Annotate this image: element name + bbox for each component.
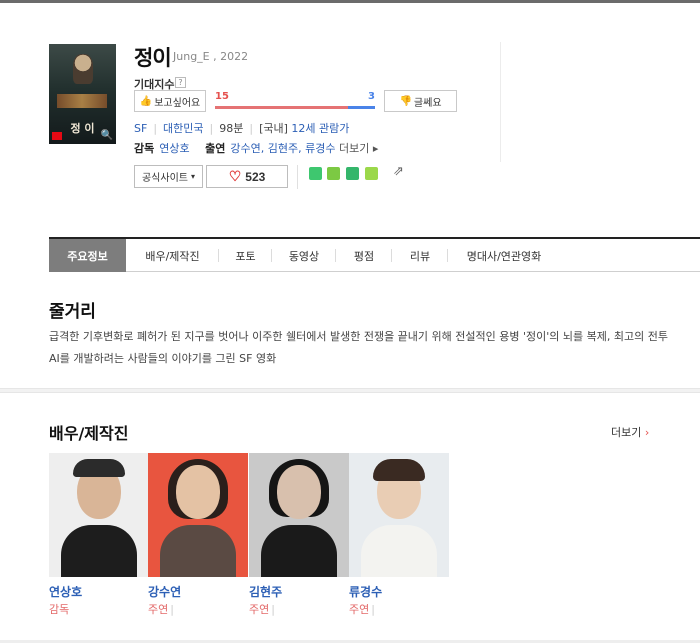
tab-bar: 주요정보 배우/제작진 포토 동영상 평점 리뷰 명대사/연관영화 (49, 237, 700, 272)
tab-main-info[interactable]: 주요정보 (49, 239, 126, 272)
movie-meta: SF | 대한민국 | 98분 | [국내] 12세 관람가 (134, 122, 350, 135)
director-link[interactable]: 연상호 (159, 142, 189, 155)
want-count: 15 (215, 91, 229, 102)
tab-video[interactable]: 동영상 (272, 239, 336, 272)
tab-rating[interactable]: 평점 (336, 239, 392, 272)
rating-link[interactable]: 12세 관람가 (291, 122, 349, 135)
tab-review[interactable]: 리뷰 (392, 239, 448, 272)
person-name-link[interactable]: 강수연 (148, 583, 181, 600)
line-share-icon[interactable] (309, 167, 322, 180)
crew-line: 감독 연상호 출연 강수연, 김현주, 류경수 더보기 ▸ (134, 140, 378, 156)
plot-heading: 줄거리 (49, 302, 96, 322)
not-sure-button[interactable]: 👎 글쎄요 (384, 90, 457, 112)
section-divider (0, 388, 700, 393)
not-sure-count: 3 (368, 91, 375, 102)
movie-subtitle: Jung_E , 2022 (173, 50, 249, 63)
want-to-see-button[interactable]: 👍 보고싶어요 (134, 90, 206, 112)
rating-prefix: [국내] (259, 122, 288, 135)
person-photo-actor-1[interactable] (148, 453, 248, 577)
poster-figure (73, 54, 93, 84)
heart-icon: ♡ (228, 168, 242, 184)
want-to-see-label: 보고싶어요 (154, 97, 201, 109)
crew-more-link[interactable]: 더보기 ▸ (339, 142, 378, 155)
genre-link[interactable]: SF (134, 122, 147, 135)
netflix-logo (52, 132, 62, 140)
bookmark-share-icon[interactable] (346, 167, 359, 180)
tab-photo[interactable]: 포토 (219, 239, 272, 272)
divider (297, 165, 298, 189)
caret-down-icon: ▾ (190, 172, 195, 181)
share-icon[interactable]: ⇗ (393, 164, 404, 179)
person-role: 주연 | (148, 603, 174, 616)
cast-label: 출연 (205, 142, 226, 155)
poster-fire (57, 94, 107, 108)
help-icon[interactable]: ? (175, 77, 186, 88)
zoom-icon[interactable]: 🔍 (101, 130, 113, 141)
person-photo-actor-2[interactable] (249, 453, 349, 577)
memo-share-icon[interactable] (365, 167, 378, 180)
person-role: 주연 | (349, 603, 375, 616)
person-role: 감독 (49, 603, 70, 616)
expectation-bar (215, 106, 375, 109)
plot-text: 급격한 기후변화로 폐허가 된 지구를 벗어나 이주한 쉘터에서 발생한 전쟁을… (49, 330, 668, 365)
like-button[interactable]: ♡ 523 (206, 165, 288, 188)
thumbs-down-icon: 👎 (399, 95, 412, 107)
tab-quotes-related[interactable]: 명대사/연관영화 (448, 239, 560, 272)
not-sure-label: 글쎄요 (413, 97, 442, 109)
person-name-link[interactable]: 류경수 (349, 583, 382, 600)
movie-poster[interactable]: 정 이 🔍 (49, 44, 116, 144)
thumbs-up-icon: 👍 (139, 95, 153, 107)
country-link[interactable]: 대한민국 (163, 122, 203, 135)
person-role: 주연 | (249, 603, 275, 616)
director-label: 감독 (134, 142, 155, 155)
top-border (0, 0, 700, 3)
person-photo-director[interactable] (49, 453, 149, 577)
like-count: 523 (245, 169, 266, 184)
movie-title: 정이 (134, 46, 172, 70)
expectation-bar-fill (215, 106, 349, 109)
official-site-label: 공식사이트 (141, 173, 188, 184)
runtime: 98분 (219, 122, 244, 135)
official-site-dropdown[interactable]: 공식사이트 ▾ (134, 165, 203, 188)
cast-more-link[interactable]: 더보기 › (611, 424, 649, 440)
person-name-link[interactable]: 연상호 (49, 583, 82, 600)
person-name-link[interactable]: 김현주 (249, 583, 282, 600)
tab-cast-crew[interactable]: 배우/제작진 (126, 239, 219, 272)
right-divider (500, 42, 501, 162)
naver-band-share-icon[interactable] (327, 167, 340, 180)
person-photo-actor-3[interactable] (349, 453, 449, 577)
cast-links[interactable]: 강수연, 김현주, 류경수 (230, 142, 335, 155)
cast-heading: 배우/제작진 (49, 424, 129, 443)
